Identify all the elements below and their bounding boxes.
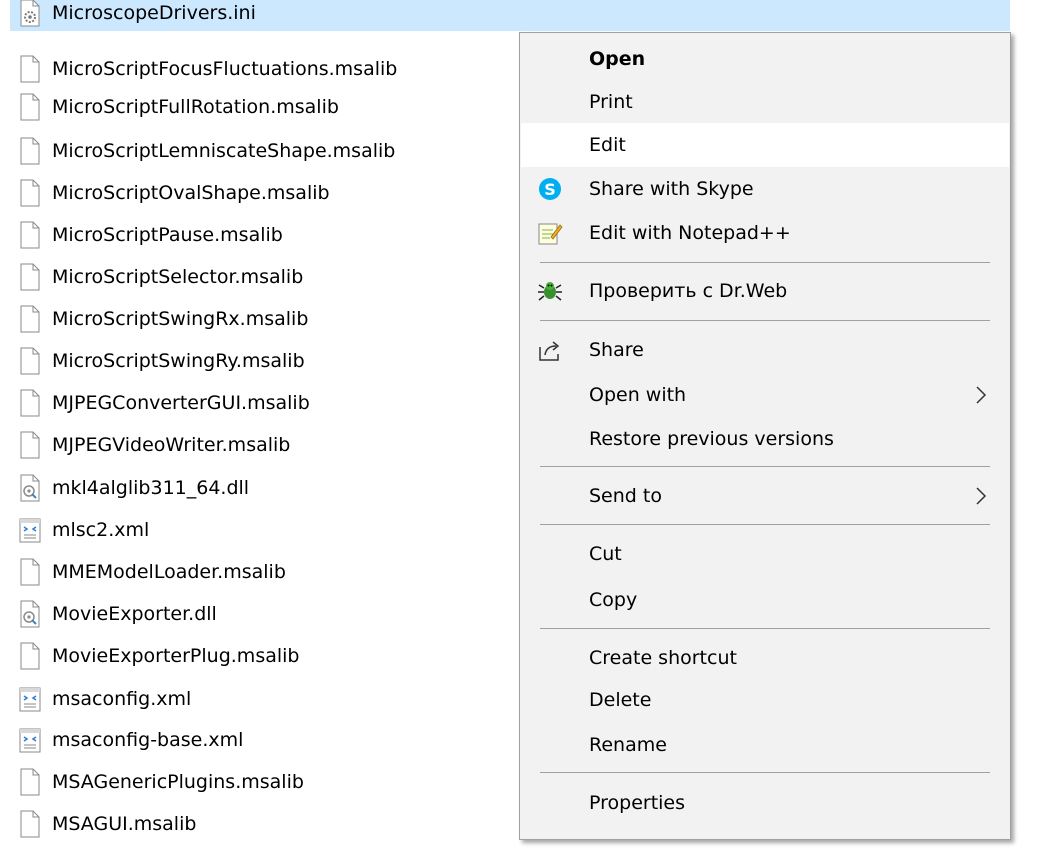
menu-item-delete[interactable]: Delete — [521, 678, 1009, 722]
menu-item-create-shortcut[interactable]: Create shortcut — [521, 636, 1009, 680]
menu-item-copy[interactable]: Copy — [521, 578, 1009, 622]
xml-file-icon — [19, 687, 41, 712]
blank-file-icon — [20, 221, 40, 249]
blank-file-icon — [20, 810, 40, 838]
menu-item-label: Properties — [589, 792, 686, 814]
file-name: MicroscopeDrivers.ini — [52, 2, 256, 24]
dll-file-icon — [20, 474, 40, 502]
file-name: mkl4alglib311_64.dll — [52, 477, 250, 499]
file-name: MicroScriptPause.msalib — [52, 224, 283, 246]
file-name: MicroScriptSwingRx.msalib — [52, 308, 309, 330]
blank-file-icon — [20, 179, 40, 207]
skype-icon: S — [539, 178, 561, 200]
menu-item-label: Проверить с Dr.Web — [589, 280, 788, 302]
file-name: MovieExporter.dll — [52, 603, 217, 625]
file-name: MicroScriptFullRotation.msalib — [52, 96, 339, 118]
file-name: MSAGenericPlugins.msalib — [52, 771, 304, 793]
menu-item-send-to[interactable]: Send to — [521, 474, 1009, 518]
menu-item-label: Edit — [589, 134, 626, 156]
file-name: MSAGUI.msalib — [52, 813, 197, 835]
file-name: msaconfig.xml — [52, 688, 192, 710]
file-name: msaconfig-base.xml — [52, 729, 244, 751]
blank-file-icon — [20, 389, 40, 417]
menu-separator — [540, 628, 990, 629]
file-name: MicroScriptLemniscateShape.msalib — [52, 140, 396, 162]
menu-item-label: Edit with Notepad++ — [589, 222, 791, 244]
drweb-spider-icon — [538, 282, 562, 301]
blank-file-icon — [20, 558, 40, 586]
menu-item-label: Delete — [589, 689, 652, 711]
blank-file-icon — [20, 137, 40, 165]
menu-item-label: Open — [589, 48, 646, 70]
menu-item-open[interactable]: Open — [521, 37, 1009, 81]
file-name: MMEModelLoader.msalib — [52, 561, 286, 583]
menu-item-label: Cut — [589, 543, 622, 565]
xml-file-icon — [19, 518, 41, 543]
menu-separator — [540, 524, 990, 525]
menu-item-print[interactable]: Print — [521, 80, 1009, 124]
blank-file-icon — [20, 263, 40, 291]
menu-item-edit[interactable]: Edit — [521, 123, 1009, 167]
menu-item-drweb-check[interactable]: Проверить с Dr.Web — [521, 269, 1009, 313]
menu-separator — [540, 772, 990, 773]
file-name: MicroScriptOvalShape.msalib — [52, 182, 330, 204]
menu-item-label: Print — [589, 91, 633, 113]
notepad-plus-plus-icon — [538, 223, 563, 245]
menu-item-edit-with-notepad[interactable]: Edit with Notepad++ — [521, 211, 1009, 255]
menu-item-restore-previous-versions[interactable]: Restore previous versions — [521, 417, 1009, 461]
menu-item-label: Send to — [589, 485, 662, 507]
chevron-right-icon — [976, 386, 987, 404]
file-name: MicroScriptSwingRy.msalib — [52, 350, 305, 372]
file-name: mlsc2.xml — [52, 519, 150, 541]
blank-file-icon — [20, 305, 40, 333]
blank-file-icon — [20, 768, 40, 796]
menu-item-properties[interactable]: Properties — [521, 781, 1009, 825]
ini-file-icon — [20, 0, 40, 27]
svg-text:S: S — [544, 180, 556, 199]
menu-item-share[interactable]: Share — [521, 328, 1009, 372]
chevron-right-icon — [976, 487, 987, 505]
file-name: MicroScriptSelector.msalib — [52, 266, 304, 288]
menu-item-label: Share with Skype — [589, 178, 754, 200]
menu-item-label: Share — [589, 339, 644, 361]
menu-separator — [540, 466, 990, 467]
share-icon — [539, 341, 560, 361]
menu-item-label: Create shortcut — [589, 647, 737, 669]
menu-separator — [540, 262, 990, 263]
blank-file-icon — [20, 55, 40, 83]
file-name: MJPEGConverterGUI.msalib — [52, 392, 310, 414]
file-name: MicroScriptFocusFluctuations.msalib — [52, 58, 398, 80]
dll-file-icon — [20, 600, 40, 628]
menu-item-label: Copy — [589, 589, 638, 611]
blank-file-icon — [20, 93, 40, 121]
menu-separator — [540, 320, 990, 321]
blank-file-icon — [20, 431, 40, 459]
menu-item-label: Restore previous versions — [589, 428, 834, 450]
blank-file-icon — [20, 347, 40, 375]
menu-item-open-with[interactable]: Open with — [521, 373, 1009, 417]
menu-item-share-with-skype[interactable]: S Share with Skype — [521, 167, 1009, 211]
file-row[interactable]: MicroscopeDrivers.ini — [10, 0, 1010, 31]
context-menu: Open Print Edit S Share with Skype Edit … — [519, 32, 1011, 840]
file-name: MovieExporterPlug.msalib — [52, 645, 300, 667]
file-name: MJPEGVideoWriter.msalib — [52, 434, 291, 456]
menu-item-label: Open with — [589, 384, 687, 406]
blank-file-icon — [20, 642, 40, 670]
xml-file-icon — [19, 728, 41, 753]
menu-item-cut[interactable]: Cut — [521, 532, 1009, 576]
menu-item-rename[interactable]: Rename — [521, 723, 1009, 767]
menu-item-label: Rename — [589, 734, 667, 756]
